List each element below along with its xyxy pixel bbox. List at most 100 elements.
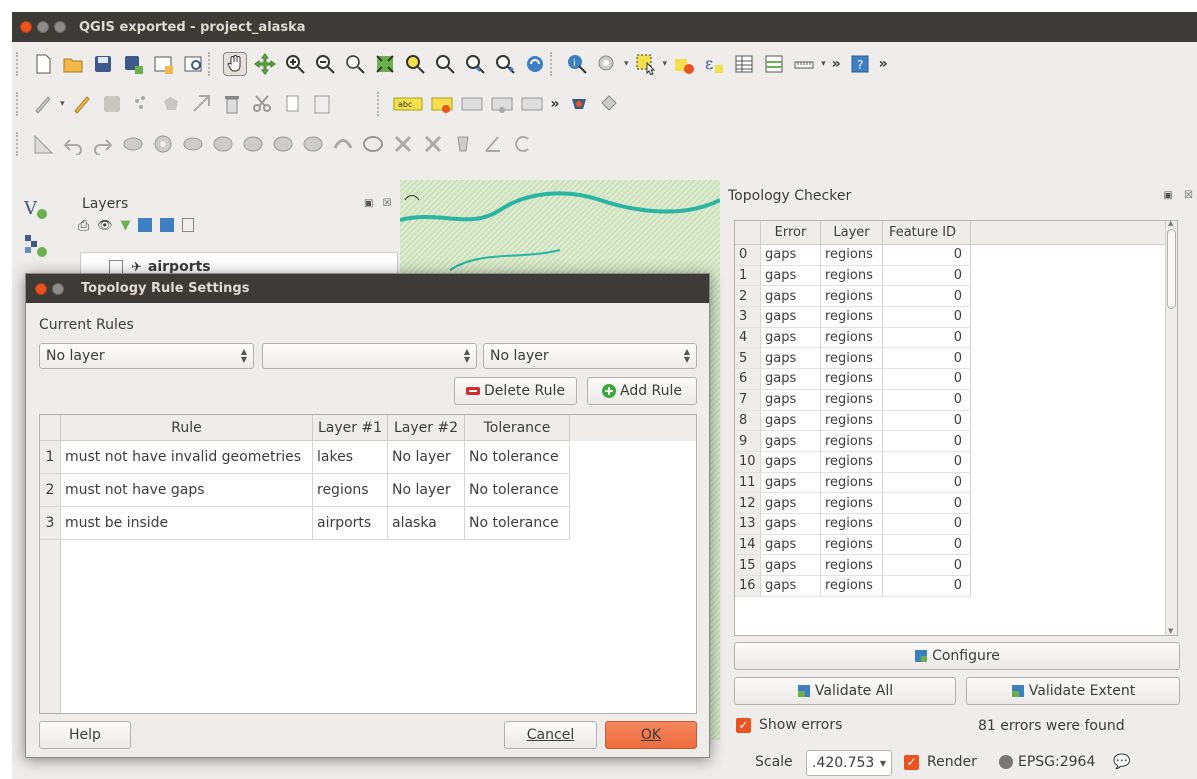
add-rule-button[interactable]: Add Rule (587, 377, 697, 405)
table-row[interactable]: 14 gaps regions 0 (735, 534, 1177, 556)
zoom-to-layer-icon[interactable] (434, 53, 456, 75)
add-raster-layer-icon[interactable] (24, 234, 48, 262)
dialog-close-button[interactable] (35, 282, 47, 295)
table-row[interactable]: 10 gaps regions 0 (735, 451, 1177, 473)
column-header-layer[interactable]: Layer (821, 221, 883, 244)
toolbar-handle[interactable] (550, 52, 556, 76)
table-row[interactable]: 13 gaps regions 0 (735, 513, 1177, 535)
move-feature-icon[interactable] (191, 93, 213, 115)
help-button[interactable]: Help (39, 721, 131, 749)
help-icon[interactable]: ? (849, 53, 871, 75)
toolbar-overflow-icon[interactable]: » (551, 96, 560, 112)
rule-combobox[interactable]: ▲ ▼ (262, 343, 477, 369)
table-row[interactable]: 5 gaps regions 0 (735, 348, 1177, 370)
delete-part-icon[interactable] (272, 133, 294, 155)
table-row[interactable]: 3 gaps regions 0 (735, 307, 1177, 328)
edits-dropdown-icon[interactable]: ▾ (60, 99, 65, 109)
move-label-icon[interactable] (521, 93, 543, 115)
validate-all-button[interactable]: Validate All (734, 677, 956, 705)
label-toolbar-icon[interactable]: abc (393, 93, 423, 115)
field-calculator-icon[interactable] (763, 53, 785, 75)
layer-visibility-checkbox[interactable] (109, 260, 123, 274)
copy-features-icon[interactable] (281, 93, 303, 115)
column-header-feature-id[interactable]: Feature ID (883, 221, 971, 244)
deselect-all-icon[interactable] (673, 53, 695, 75)
zoom-to-selection-icon[interactable] (404, 53, 426, 75)
window-close-button[interactable] (20, 21, 32, 33)
filter-legend-icon[interactable]: ▼ (120, 218, 130, 234)
toolbar-handle[interactable] (16, 52, 22, 76)
cut-features-icon[interactable] (251, 93, 273, 115)
table-row[interactable]: 3 must be inside airports alaska No toleranc… (40, 507, 696, 540)
layout-manager-icon[interactable] (182, 53, 204, 75)
toolbar-handle[interactable] (16, 92, 22, 116)
toolbar-handle[interactable] (376, 92, 383, 116)
table-row[interactable]: 1 must not have invalid geometries lakes No… (40, 441, 696, 474)
column-header-layer1[interactable]: Layer #1 (313, 415, 388, 441)
column-header-rule[interactable]: Rule (61, 415, 313, 441)
delete-rule-button[interactable]: Delete Rule (454, 377, 577, 405)
table-row[interactable]: 1 gaps regions 0 (735, 265, 1177, 287)
zoom-last-icon[interactable] (464, 53, 486, 75)
zoom-out-icon[interactable] (314, 53, 336, 75)
delete-selected-icon[interactable] (221, 93, 243, 115)
expand-all-icon[interactable] (138, 218, 153, 232)
fill-ring-icon[interactable] (212, 133, 234, 155)
digitizing-tool-icon[interactable] (32, 133, 54, 155)
toggle-editing-icon[interactable] (71, 93, 93, 115)
new-print-layout-icon[interactable] (152, 53, 174, 75)
table-row[interactable]: 6 gaps regions 0 (735, 369, 1177, 390)
save-project-icon[interactable] (92, 53, 114, 75)
add-vector-layer-icon[interactable]: V (23, 196, 48, 224)
open-layer-styling-icon[interactable]: ⎙ (78, 218, 89, 234)
select-by-expression-icon[interactable]: ε (703, 53, 725, 75)
toolbar-overflow-icon[interactable]: » (832, 56, 841, 72)
save-as-icon[interactable] (122, 53, 144, 75)
toolbar-handle[interactable] (16, 132, 22, 156)
column-header-layer2[interactable]: Layer #2 (388, 415, 465, 441)
rotate-feature-icon[interactable] (512, 133, 534, 155)
measure-dropdown-icon[interactable]: ▾ (821, 59, 826, 69)
validate-extent-button[interactable]: Validate Extent (966, 677, 1180, 705)
new-project-icon[interactable] (32, 53, 54, 75)
toolbar-handle[interactable] (208, 52, 214, 76)
layers-panel-controls[interactable]: ▣ ☒ (364, 198, 395, 209)
layer1-combobox[interactable]: No layer ▲ ▼ (39, 343, 254, 369)
actions-icon[interactable] (596, 53, 618, 75)
reshape-features-icon[interactable] (302, 133, 324, 155)
ok-button[interactable]: OK (605, 721, 697, 749)
table-row[interactable]: 11 gaps regions 0 (735, 472, 1177, 494)
table-row[interactable]: 12 gaps regions 0 (735, 493, 1177, 514)
scroll-up-arrow-icon[interactable]: ▲ (1168, 221, 1173, 227)
select-features-icon[interactable] (635, 53, 657, 76)
manage-map-themes-icon[interactable]: 👁 (97, 218, 112, 234)
highlight-pinned-labels-icon[interactable] (461, 93, 483, 115)
cancel-button[interactable]: Cancel (504, 721, 597, 749)
pin-labels-icon[interactable] (431, 93, 453, 115)
window-minimize-button[interactable] (37, 21, 49, 33)
redo-icon[interactable] (92, 133, 114, 156)
simplify-feature-icon[interactable] (122, 133, 144, 155)
table-row[interactable]: 0 gaps regions 0 (735, 245, 1177, 266)
current-edits-icon[interactable] (32, 93, 54, 115)
scale-combobox[interactable]: .420.753 ▼ (806, 750, 892, 776)
identify-features-icon[interactable]: i (566, 53, 588, 75)
table-row[interactable]: 8 gaps regions 0 (735, 410, 1177, 432)
table-row[interactable]: 7 gaps regions 0 (735, 389, 1177, 411)
table-row[interactable]: 2 must not have gaps regions No layer No tol… (40, 474, 696, 507)
save-edits-icon[interactable] (101, 93, 123, 115)
configure-button[interactable]: Configure (734, 642, 1180, 670)
window-maximize-button[interactable] (54, 21, 66, 33)
merge-features-icon[interactable] (422, 133, 444, 155)
dialog-minimize-button[interactable] (52, 282, 64, 295)
column-header-error[interactable]: Error (761, 221, 821, 244)
crs-status-button[interactable]: EPSG:2964 (999, 754, 1095, 770)
merge-attributes-icon[interactable] (452, 133, 474, 155)
undo-icon[interactable] (62, 133, 84, 156)
table-row[interactable]: 9 gaps regions 0 (735, 431, 1177, 452)
pan-to-selection-icon[interactable] (254, 53, 276, 75)
zoom-native-icon[interactable] (344, 53, 366, 75)
refresh-icon[interactable] (524, 53, 546, 75)
zoom-next-icon[interactable] (494, 53, 516, 75)
split-parts-icon[interactable] (392, 133, 414, 155)
